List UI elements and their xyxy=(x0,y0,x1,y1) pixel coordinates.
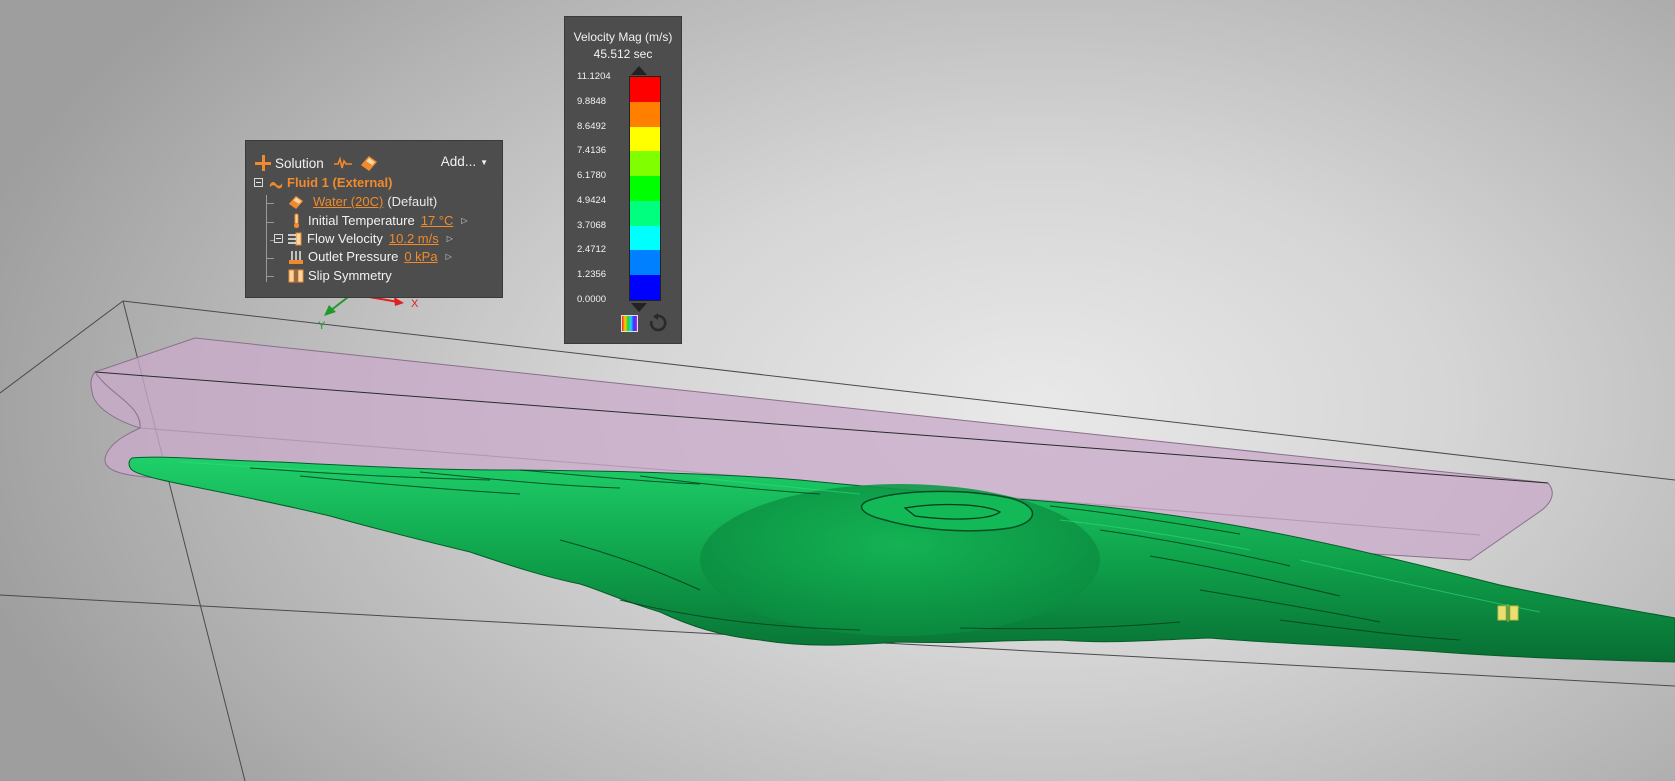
legend-swatch xyxy=(630,200,660,227)
legend-time: 45.512 sec xyxy=(593,47,653,61)
solution-label[interactable]: Solution xyxy=(275,156,324,171)
solution-tree-panel: Solution Add... ▼ Fluid 1 (External) Wate… xyxy=(245,140,503,298)
tree-item-outlet-pressure[interactable]: Outlet Pressure 0 kPa ▷ xyxy=(288,247,452,266)
eraser-material-icon xyxy=(288,195,304,209)
legend-tick-label: 6.1780 xyxy=(577,170,607,182)
collapse-toggle[interactable] xyxy=(254,178,263,187)
flow-inlet-icon xyxy=(288,232,302,245)
slip-symmetry-icon xyxy=(288,268,304,283)
thermometer-icon xyxy=(293,213,300,228)
tree-connector xyxy=(266,276,274,277)
tree-connector xyxy=(266,203,274,204)
outlet-pressure-label: Outlet Pressure xyxy=(308,249,399,264)
tree-connector xyxy=(266,222,274,223)
legend-tick-label: 1.2356 xyxy=(577,269,607,281)
legend-color-bar xyxy=(629,76,661,301)
legend-swatch xyxy=(630,101,660,128)
legend-tick-label: 0.0000 xyxy=(577,294,607,305)
scale-max-arrow-icon[interactable] xyxy=(631,66,647,75)
legend-swatch xyxy=(630,275,660,301)
tree-connector xyxy=(266,258,274,259)
expand-arrow-icon[interactable]: ▷ xyxy=(447,234,453,243)
3d-viewport[interactable] xyxy=(0,0,1675,781)
pulse-icon[interactable] xyxy=(333,156,352,170)
tree-item-initial-temperature[interactable]: Initial Temperature 17 °C ▷ xyxy=(288,211,468,230)
initial-temperature-value[interactable]: 17 °C xyxy=(421,213,454,228)
chevron-down-icon: ▼ xyxy=(480,157,488,167)
legend-tick-label: 2.4712 xyxy=(577,244,607,256)
add-label: Add... xyxy=(440,154,477,169)
flow-velocity-value[interactable]: 10.2 m/s xyxy=(389,231,439,246)
fluid-name[interactable]: Fluid 1 (External) xyxy=(287,175,392,190)
tree-connector xyxy=(266,195,267,282)
legend-tick-label: 4.9424 xyxy=(577,194,607,206)
legend-title: Velocity Mag (m/s) xyxy=(573,30,673,44)
legend-swatch xyxy=(630,77,660,103)
legend-swatch xyxy=(630,250,660,276)
axis-x-label: X xyxy=(411,298,419,310)
material-link[interactable]: Water (20C) xyxy=(313,194,383,209)
tree-item-fluid[interactable]: Fluid 1 (External) xyxy=(254,173,392,192)
reset-icon[interactable] xyxy=(648,313,668,333)
slip-symmetry-label: Slip Symmetry xyxy=(308,268,392,283)
legend-tick-label: 7.4136 xyxy=(577,145,607,157)
legend-swatch xyxy=(630,225,660,251)
material-note: (Default) xyxy=(387,194,438,209)
pressure-icon xyxy=(289,250,303,264)
scale-min-arrow-icon[interactable] xyxy=(631,303,647,312)
legend-tick-label: 11.1204 xyxy=(577,71,611,82)
collapse-toggle[interactable] xyxy=(274,234,283,243)
axis-y-label: Y xyxy=(318,320,326,332)
color-palette-icon[interactable] xyxy=(621,314,638,332)
outlet-pressure-value[interactable]: 0 kPa xyxy=(404,249,437,264)
legend-tick-label: 8.6492 xyxy=(577,120,607,132)
add-dropdown-button[interactable]: Add... ▼ xyxy=(441,154,488,169)
legend-swatch xyxy=(630,151,660,177)
legend-tick-label: 3.7068 xyxy=(577,219,607,231)
expand-arrow-icon[interactable]: ▷ xyxy=(461,216,467,225)
legend-swatch xyxy=(630,126,660,152)
tree-item-slip-symmetry[interactable]: Slip Symmetry xyxy=(288,266,392,285)
eraser-material-icon[interactable] xyxy=(360,155,378,171)
tree-item-material[interactable]: Water (20C) (Default) xyxy=(288,192,437,211)
tree-item-flow-velocity[interactable]: Flow Velocity 10.2 m/s ▷ xyxy=(274,229,453,248)
flow-velocity-label: Flow Velocity xyxy=(307,231,383,246)
solution-panel-header: Solution Add... ▼ xyxy=(254,153,494,173)
legend-swatch xyxy=(630,176,660,202)
initial-temperature-label: Initial Temperature xyxy=(308,213,415,228)
expand-arrow-icon[interactable]: ▷ xyxy=(446,252,452,261)
plus-icon[interactable] xyxy=(254,154,272,172)
legend-tools xyxy=(621,313,668,333)
slip-symmetry-marker-icon[interactable] xyxy=(1496,603,1520,623)
legend-tick-label: 9.8848 xyxy=(577,95,607,107)
fluid-icon xyxy=(269,181,283,188)
velocity-legend-panel: Velocity Mag (m/s) 45.512 sec 11.1204 9.8… xyxy=(564,16,682,344)
